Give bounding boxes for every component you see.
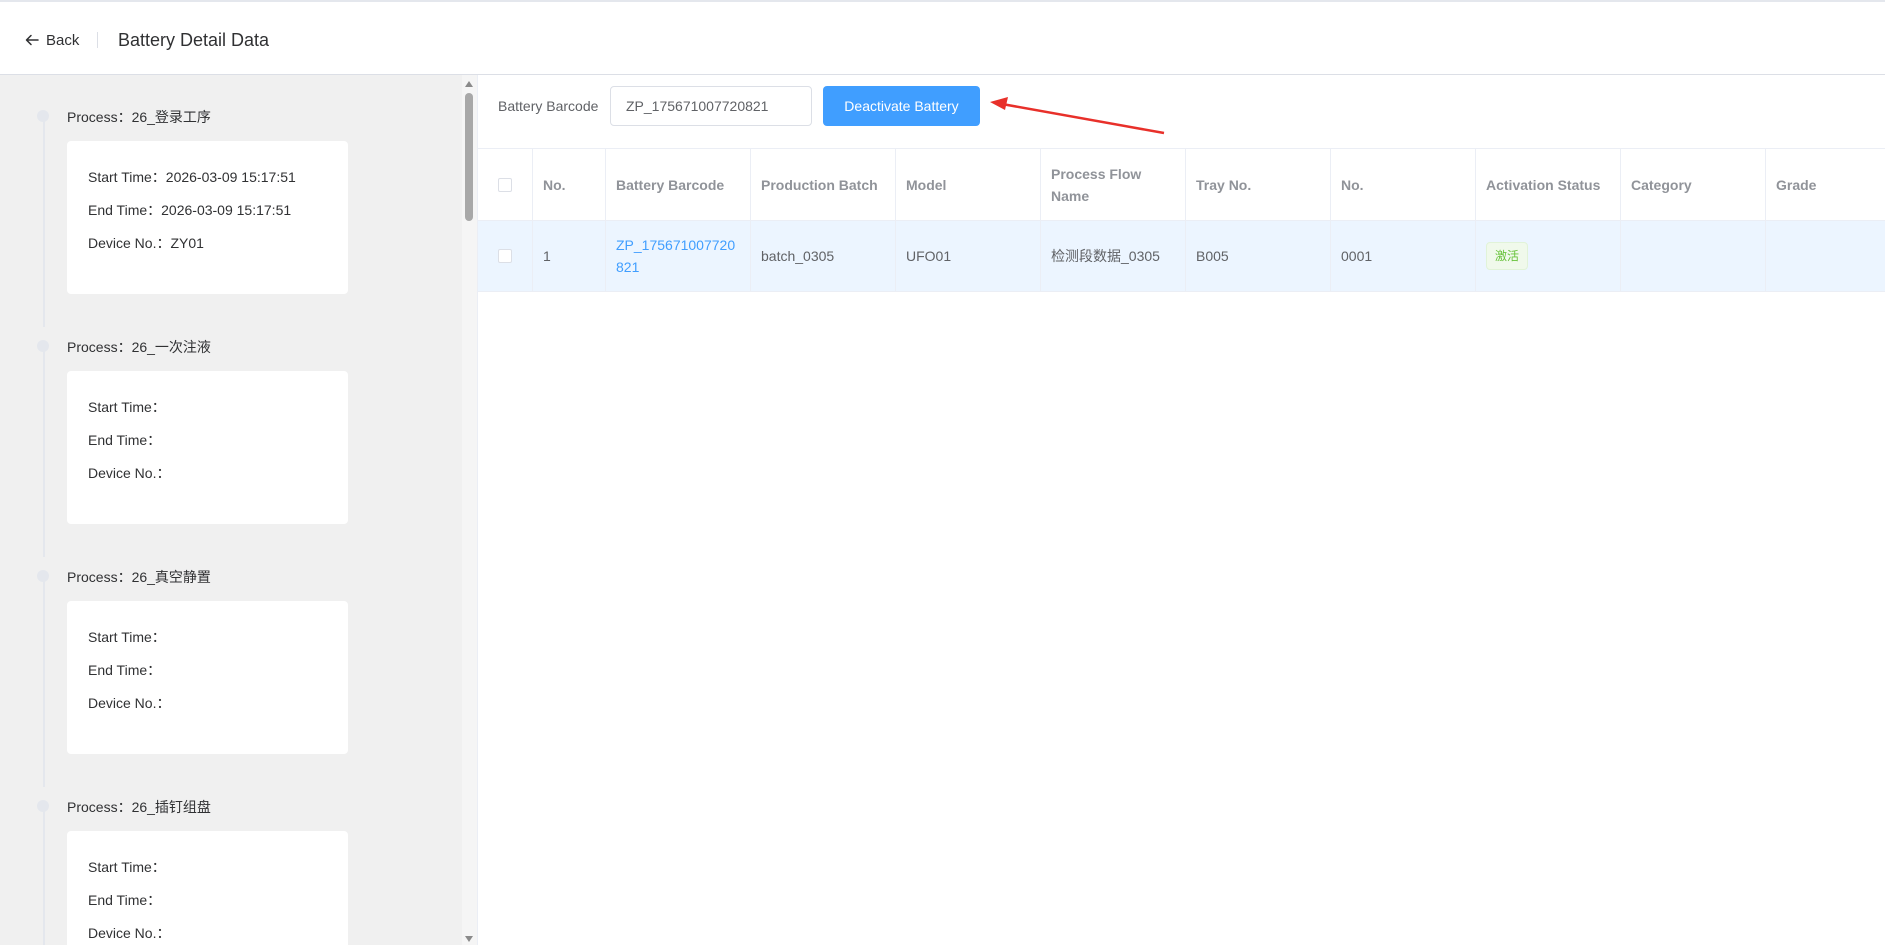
- cell-barcode: ZP_175671007720821: [606, 221, 751, 291]
- end-time: End Time：: [88, 662, 162, 678]
- table-header: No. Battery Barcode Production Batch Mod…: [478, 148, 1885, 221]
- start-time: Start Time：2026-03-09 15:17:51: [88, 169, 296, 185]
- main-content: Battery Barcode Deactivate Battery No. B…: [477, 75, 1885, 945]
- process-timeline: Process：26_登录工序 Start Time：2026-03-09 15…: [0, 75, 462, 945]
- row-select-cell: [478, 221, 533, 291]
- process-card: Start Time： End Time： Device No.：: [67, 831, 348, 945]
- col-header: Model: [896, 149, 1041, 220]
- timeline-dot: [37, 800, 49, 812]
- back-label: Back: [46, 31, 80, 49]
- battery-barcode-label: Battery Barcode: [498, 98, 599, 114]
- timeline-line: [43, 807, 45, 945]
- col-header: Battery Barcode: [606, 149, 751, 220]
- deactivate-battery-button[interactable]: Deactivate Battery: [823, 86, 980, 126]
- col-header: Category: [1621, 149, 1766, 220]
- timeline-line: [43, 347, 45, 557]
- timeline-dot: [37, 340, 49, 352]
- timeline-line: [43, 117, 45, 327]
- col-header: Production Batch: [751, 149, 896, 220]
- device-no: Device No.：: [88, 925, 171, 941]
- device-no: Device No.：: [88, 695, 171, 711]
- barcode-link[interactable]: ZP_175671007720821: [616, 234, 740, 278]
- battery-table: No. Battery Barcode Production Batch Mod…: [478, 148, 1885, 292]
- battery-barcode-input[interactable]: [610, 86, 812, 126]
- cell-category: [1621, 221, 1766, 291]
- process-title: Process：26_登录工序: [67, 109, 211, 125]
- scroll-down-icon[interactable]: [465, 936, 473, 942]
- col-header: No.: [1331, 149, 1476, 220]
- cell-model: UFO01: [896, 221, 1041, 291]
- col-header: Grade: [1776, 176, 1817, 193]
- process-title: Process：26_一次注液: [67, 339, 211, 355]
- process-card: Start Time：2026-03-09 15:17:51 End Time：…: [67, 141, 348, 294]
- cell-activation-status: 激活: [1476, 221, 1621, 291]
- page-header: Back Battery Detail Data: [0, 0, 1885, 75]
- col-header: No.: [533, 149, 606, 220]
- end-time: End Time：2026-03-09 15:17:51: [88, 202, 292, 218]
- cell-no: 1: [533, 221, 606, 291]
- row-checkbox[interactable]: [498, 249, 512, 263]
- status-badge: 激活: [1486, 242, 1529, 270]
- select-all-cell: [478, 149, 533, 220]
- page-title: Battery Detail Data: [118, 30, 270, 50]
- timeline-line: [43, 577, 45, 787]
- start-time: Start Time：: [88, 399, 166, 415]
- cell-grade: [1766, 221, 1885, 291]
- cell-flow-name: 检测段数据_0305: [1041, 221, 1186, 291]
- timeline-scrollbar[interactable]: [462, 75, 477, 945]
- cell-batch: batch_0305: [751, 221, 896, 291]
- timeline-dot: [37, 110, 49, 122]
- process-title: Process：26_真空静置: [67, 569, 211, 585]
- header-divider: [97, 32, 98, 48]
- process-title: Process：26_插钉组盘: [67, 799, 211, 815]
- device-no: Device No.：ZY01: [88, 235, 204, 251]
- end-time: End Time：: [88, 432, 162, 448]
- table-row[interactable]: 1 ZP_175671007720821 batch_0305 UFO01 检测…: [478, 221, 1885, 292]
- select-all-checkbox[interactable]: [498, 177, 512, 192]
- scroll-up-icon[interactable]: [465, 81, 473, 87]
- timeline-dot: [37, 570, 49, 582]
- scrollbar-thumb[interactable]: [465, 93, 473, 221]
- col-header: Activation Status: [1476, 149, 1621, 220]
- cell-tray-no: B005: [1186, 221, 1331, 291]
- start-time: Start Time：: [88, 629, 166, 645]
- process-card: Start Time： End Time： Device No.：: [67, 371, 348, 524]
- end-time: End Time：: [88, 892, 162, 908]
- arrow-left-icon: [25, 34, 39, 46]
- process-card: Start Time： End Time： Device No.：: [67, 601, 348, 754]
- col-header: Process Flow Name: [1041, 149, 1186, 220]
- back-button[interactable]: Back: [24, 28, 79, 52]
- cell-position-no: 0001: [1331, 221, 1476, 291]
- col-header: Tray No.: [1186, 149, 1331, 220]
- annotation-arrow-icon: [990, 97, 1165, 135]
- start-time: Start Time：: [88, 859, 166, 875]
- device-no: Device No.：: [88, 465, 171, 481]
